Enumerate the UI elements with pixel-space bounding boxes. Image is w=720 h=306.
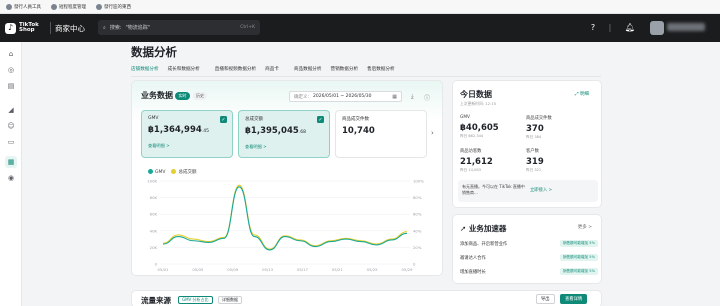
tab-detail-data[interactable]: 详细数据: [218, 296, 242, 304]
live-promo-banner: 有无直播。今可以在 TikTok 直播中销售商... 立即接入 >: [458, 180, 598, 202]
accelerator-label: 邀请达人合作: [460, 255, 486, 261]
x-tick-label: 05/05: [192, 267, 204, 272]
search-input[interactable]: ⌕ 搜索: "物流追踪" Ctrl+K: [98, 20, 260, 35]
promo-link[interactable]: 立即接入 >: [530, 187, 552, 193]
y-tick-label: 80K: [150, 195, 158, 200]
today-metric: GMV ฿40,605 昨日 ฿62,344: [460, 115, 528, 139]
metric-value: 319: [526, 157, 544, 167]
order-icon[interactable]: ▤: [5, 80, 17, 92]
series-line: [162, 184, 408, 250]
search-placeholder: "物流追踪": [125, 25, 151, 31]
x-tick-label: 05/01: [158, 267, 170, 272]
search-prefix: 搜索:: [109, 25, 122, 31]
tab-gmv-share[interactable]: GMV 分析占比: [178, 296, 213, 304]
help-icon[interactable]: ?: [587, 21, 599, 33]
metric-yesterday: 昨日 321: [526, 168, 542, 172]
finance-icon[interactable]: ▭: [5, 136, 17, 148]
traffic-source-card: 流量来源 GMV 分析占比 详细数据 导出 查看详情: [131, 290, 602, 306]
card-title: 今日数据: [460, 90, 492, 99]
y-tick-label: 60K: [150, 212, 158, 217]
detail-link[interactable]: ⤢ 明细: [575, 91, 589, 97]
today-metric: 客户数 319 昨日 321: [526, 148, 594, 173]
metric-value: 370: [526, 124, 544, 134]
page-title: 数据分析: [131, 45, 177, 59]
brand-title: 商家中心: [55, 23, 85, 33]
bookmarks-bar: 發行人員工具 短程程度管理 發行區的東西: [0, 0, 720, 14]
accelerator-badge: 销售额可能增加 5%: [560, 240, 598, 247]
y-tick-label: 100K: [147, 179, 157, 184]
x-tick-label: 05/29: [402, 267, 414, 272]
tiktok-logo-icon: ♪: [5, 22, 16, 34]
product-icon[interactable]: ◎: [5, 64, 17, 76]
bell-icon[interactable]: 🔔︎: [624, 21, 636, 33]
marketing-icon[interactable]: ◢: [5, 104, 17, 116]
home-icon[interactable]: ⌂: [5, 48, 17, 60]
rocket-icon: ➚: [460, 224, 467, 233]
business-data-card: 业务数据 实时 历史 确定义: 2026/05/01 ~ 2026/05/30 …: [131, 80, 443, 276]
accelerator-item[interactable]: 邀请达人合作 销售额可能增加 5%: [460, 253, 598, 262]
accelerator-label: 添加商品、开启新营业作: [460, 241, 508, 247]
location-icon[interactable]: ◉: [5, 172, 17, 184]
today-metric: 商品访客数 21,612 昨日 14,083: [460, 148, 528, 173]
metric-label: 商品成交件数: [526, 116, 552, 121]
metric-yesterday: 昨日 384: [526, 135, 542, 139]
y-tick-label: 40K: [150, 228, 158, 233]
bookmark-icon: [6, 3, 12, 10]
more-link[interactable]: 更多 >: [578, 224, 592, 230]
metric-yesterday: 昨日 ฿62,344: [460, 134, 484, 138]
bookmark-item[interactable]: 發行人員工具: [6, 3, 41, 10]
accelerator-label: 增加直播时长: [460, 269, 486, 275]
divider: [50, 22, 51, 34]
logo-text: Shop: [19, 27, 35, 33]
x-tick-label: 05/25: [367, 267, 379, 272]
metric-label: GMV: [460, 115, 470, 120]
card-title: ➚ 业务加速器: [460, 224, 507, 233]
bookmark-item[interactable]: 發行區的東西: [96, 3, 131, 10]
metric-value: 21,612: [460, 157, 493, 167]
metric-label: 商品访客数: [460, 149, 482, 154]
x-tick-label: 05/09: [227, 267, 239, 272]
bookmark-icon: [96, 3, 102, 10]
top-navbar: ♪ TikTok Shop 商家中心 ⌕ 搜索: "物流追踪" Ctrl+K ? …: [0, 14, 720, 42]
accelerator-badge: 销售额可能增加 5%: [560, 254, 598, 261]
bookmark-item[interactable]: 短程程度管理: [51, 3, 86, 10]
accelerator-item[interactable]: 添加商品、开启新营业作 销售额可能增加 5%: [460, 239, 598, 248]
bookmark-icon: [51, 3, 57, 10]
y-tick-label: 0: [155, 262, 158, 267]
accelerator-badge: 销售额可能增加 5%: [560, 268, 598, 275]
today-metric: 商品成交件数 370 昨日 384: [526, 115, 594, 140]
account-name-blurred[interactable]: [667, 23, 705, 31]
search-icon: ⌕: [103, 24, 106, 31]
last-updated: 上次更新时间: 12:15: [460, 101, 497, 106]
x-tick-label: 05/21: [332, 267, 344, 272]
metric-label: 客户数: [526, 149, 539, 154]
export-button[interactable]: 导出: [536, 294, 555, 304]
analytics-icon[interactable]: ▦: [5, 156, 17, 168]
y2-tick-label: 40%: [413, 228, 422, 233]
x-tick-label: 05/13: [262, 267, 274, 272]
metric-value: ฿40,605: [460, 123, 499, 133]
y2-tick-label: 20%: [413, 245, 422, 250]
card-title: 流量来源: [141, 296, 171, 305]
view-detail-button[interactable]: 查看详情: [560, 294, 588, 304]
accelerator-item[interactable]: 增加直播时长 销售额可能增加 5%: [460, 267, 598, 276]
y2-tick-label: 80%: [413, 195, 422, 200]
sidebar: ⌂ ◎ ▤ ◢ ☺ ▭ ▦ ◉: [0, 42, 22, 306]
divider: [131, 76, 601, 77]
y2-tick-label: 0: [413, 262, 416, 267]
trend-line-chart: 0 20K 40K 60K 80K 100K 0 20% 40% 60% 80% 100% 05/01 0…: [147, 179, 424, 273]
x-tick-label: 05/17: [297, 267, 309, 272]
today-data-card: 今日数据 上次更新时间: 12:15 ⤢ 明细 GMV ฿40,605 昨日 ฿…: [452, 80, 602, 208]
metric-yesterday: 昨日 14,083: [460, 168, 481, 172]
y2-tick-label: 60%: [413, 212, 422, 217]
search-shortcut: Ctrl+K: [240, 25, 255, 30]
tiktok-shop-logo[interactable]: ♪ TikTok Shop: [0, 22, 46, 34]
creator-icon[interactable]: ☺: [5, 120, 17, 132]
avatar[interactable]: [650, 21, 664, 35]
divider: |: [608, 22, 612, 32]
promo-text: 有无直播。今可以在 TikTok 直播中销售商...: [462, 184, 525, 195]
business-accelerator-card: ➚ 业务加速器 更多 > 添加商品、开启新营业作 销售额可能增加 5% 邀请达人…: [452, 214, 602, 284]
y-tick-label: 20K: [150, 245, 158, 250]
y2-tick-label: 100%: [413, 179, 424, 184]
